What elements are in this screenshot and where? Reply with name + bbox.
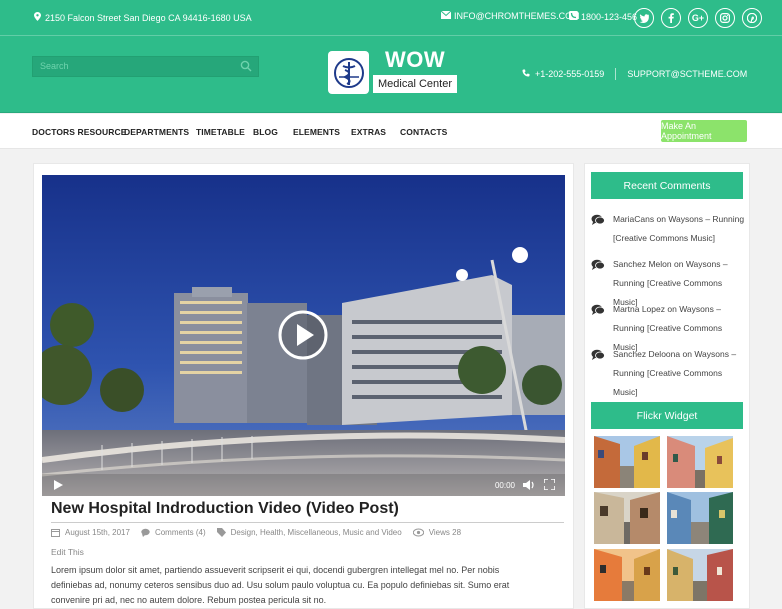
- recent-comments-title: Recent Comments: [591, 172, 743, 199]
- post-date: August 15th, 2017: [65, 528, 130, 537]
- flickr-thumbnail[interactable]: [667, 549, 733, 601]
- recent-comment-item: MariaCans on Waysons – Running [Creative…: [591, 210, 746, 248]
- make-appointment-button[interactable]: Make An Appointment: [661, 120, 747, 142]
- comment-bubble-icon: [591, 214, 605, 225]
- comment-on: on: [682, 349, 692, 359]
- flickr-thumbnail[interactable]: [667, 436, 733, 488]
- phone-icon: [569, 11, 578, 22]
- comment-on: on: [656, 214, 666, 224]
- facebook-icon[interactable]: [661, 8, 681, 28]
- volume-icon[interactable]: [523, 480, 535, 490]
- flickr-thumbnail[interactable]: [594, 549, 660, 601]
- email-info[interactable]: INFO@CHROMTHEMES.COM: [440, 10, 580, 21]
- comment-bubble-icon: [591, 259, 605, 270]
- search-placeholder: Search: [40, 61, 69, 71]
- title-divider: [51, 522, 564, 523]
- logo-subtitle: Medical Center: [373, 75, 457, 93]
- email-text: INFO@CHROMTHEMES.COM: [454, 11, 580, 21]
- search-input[interactable]: Search: [32, 56, 259, 77]
- search-icon[interactable]: [240, 60, 252, 72]
- comment-author[interactable]: Sanchez Deloona: [613, 349, 680, 359]
- comments-icon: [141, 528, 150, 537]
- calendar-icon: [51, 529, 60, 537]
- nav-item-contacts[interactable]: CONTACTS: [400, 127, 447, 137]
- nav-item-doctors-resource[interactable]: DOCTORS RESOURCE: [32, 127, 126, 137]
- phone-text: 1800-123-456: [581, 11, 638, 22]
- twitter-icon[interactable]: [634, 8, 654, 28]
- map-marker-icon: [34, 12, 41, 23]
- google-plus-icon[interactable]: G+: [688, 8, 708, 28]
- comment-on: on: [673, 259, 684, 269]
- social-links: G+: [634, 8, 762, 28]
- flickr-thumbnail[interactable]: [667, 492, 733, 544]
- comment-author[interactable]: MariaCans: [613, 214, 654, 224]
- post-views: Views 28: [428, 528, 462, 537]
- contact-phone[interactable]: +1-202-555-0159: [535, 69, 604, 79]
- logo-title[interactable]: WOW: [385, 47, 445, 73]
- nav-item-blog[interactable]: BLOG: [253, 127, 278, 137]
- play-control-icon[interactable]: [54, 480, 63, 490]
- nav-item-timetable[interactable]: TIMETABLE: [196, 127, 245, 137]
- post-categories[interactable]: Design, Health, Miscellaneous, Music and…: [231, 528, 402, 537]
- address-info: 2150 Falcon Street San Diego CA 94416-16…: [34, 12, 252, 23]
- comment-bubble-icon: [591, 304, 605, 315]
- video-time: 00:00: [494, 481, 515, 490]
- flickr-thumbnail[interactable]: [594, 436, 660, 488]
- phone-info[interactable]: 1800-123-456: [569, 11, 637, 22]
- comment-on: on: [667, 304, 677, 314]
- video-player[interactable]: 00:00: [42, 175, 565, 496]
- eye-icon: [412, 528, 424, 537]
- caduceus-icon: [333, 57, 364, 88]
- post-title[interactable]: New Hospital Indroduction Video (Video P…: [51, 500, 399, 518]
- envelope-icon: [440, 10, 452, 21]
- post-comments[interactable]: Comments (4): [155, 528, 206, 537]
- play-button-icon[interactable]: [277, 309, 329, 361]
- nav-item-extras[interactable]: EXTRAS: [351, 127, 386, 137]
- recent-comment-item: Sanchez Deloona on Waysons – Running [Cr…: [591, 345, 746, 402]
- tag-icon: [216, 528, 226, 537]
- header-contact: +1-202-555-0159 SUPPORT@SCTHEME.COM: [522, 68, 747, 80]
- nav-item-departments[interactable]: DEPARTMENTS: [124, 127, 189, 137]
- nav-item-elements[interactable]: ELEMENTS: [293, 127, 340, 137]
- edit-link[interactable]: Edit This: [51, 547, 84, 557]
- phone-icon: [522, 69, 530, 79]
- comment-author[interactable]: Martna Lopez: [613, 304, 665, 314]
- comment-author[interactable]: Sanchez Melon: [613, 259, 672, 269]
- header-divider: [0, 35, 782, 36]
- fullscreen-icon[interactable]: [544, 479, 555, 490]
- contact-divider: [615, 68, 617, 80]
- address-text: 2150 Falcon Street San Diego CA 94416-16…: [45, 12, 252, 23]
- instagram-icon[interactable]: [715, 8, 735, 28]
- flickr-widget-title: Flickr Widget: [591, 402, 743, 429]
- video-controls: [42, 474, 565, 496]
- contact-email[interactable]: SUPPORT@SCTHEME.COM: [627, 69, 747, 79]
- post-excerpt: Lorem ipsum dolor sit amet, partiendo as…: [51, 565, 510, 605]
- pinterest-icon[interactable]: [742, 8, 762, 28]
- flickr-thumbnail[interactable]: [594, 492, 660, 544]
- logo-emblem[interactable]: [328, 51, 369, 94]
- comment-bubble-icon: [591, 349, 605, 360]
- post-meta: August 15th, 2017 Comments (4) Design, H…: [51, 528, 461, 537]
